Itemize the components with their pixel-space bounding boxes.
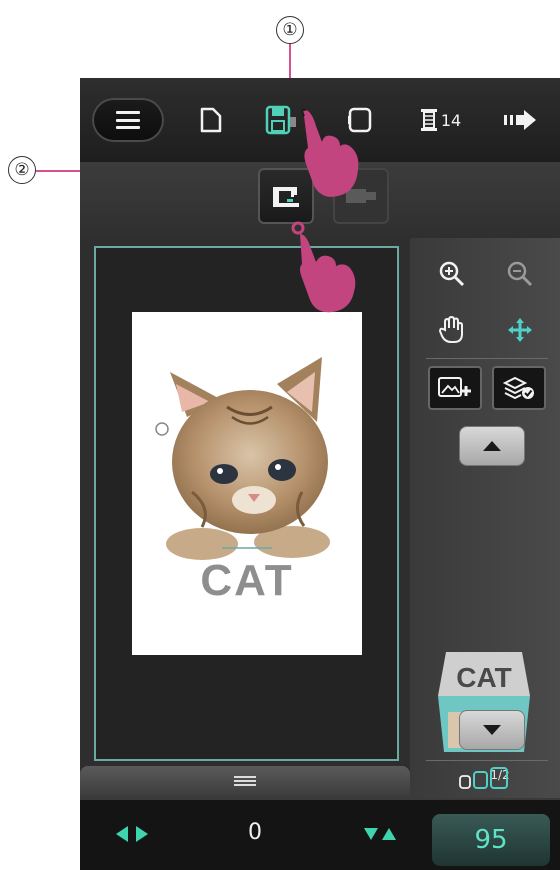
scroll-up-button[interactable] xyxy=(459,426,525,466)
speed-value-box[interactable]: 95 xyxy=(432,814,550,866)
design-canvas[interactable]: CAT xyxy=(132,312,362,655)
next-arrow-icon[interactable] xyxy=(498,104,542,136)
move-cross-icon[interactable] xyxy=(500,310,540,350)
drawer-handle[interactable] xyxy=(80,766,410,796)
callout-number-2: ② xyxy=(8,156,36,184)
callout-number-1: ① xyxy=(276,16,304,44)
zoom-out-icon[interactable] xyxy=(500,254,540,294)
hand-pan-icon[interactable] xyxy=(432,310,472,350)
thread-spool-icon xyxy=(420,109,437,131)
design-text-cat: CAT xyxy=(200,556,294,605)
position-value: 0 xyxy=(248,820,262,845)
scroll-down-button[interactable] xyxy=(459,710,525,750)
down-up-arrows-icon[interactable] xyxy=(362,824,398,848)
side-divider-bottom xyxy=(426,760,548,761)
hoop-size-icon[interactable] xyxy=(446,764,530,794)
thread-spool-button[interactable]: 14 xyxy=(410,104,470,136)
pointing-hand-icon-2 xyxy=(291,221,356,313)
drawer-handle-icon xyxy=(234,776,256,786)
layers-check-icon xyxy=(502,376,534,400)
hamburger-menu-icon xyxy=(116,111,140,129)
speed-value: 95 xyxy=(474,825,508,855)
menu-button[interactable] xyxy=(92,98,164,142)
add-image-button[interactable] xyxy=(428,366,482,410)
layers-button[interactable] xyxy=(492,366,546,410)
pointing-hand-icon xyxy=(301,108,359,197)
zoom-in-icon[interactable] xyxy=(432,254,472,294)
triangle-up-icon xyxy=(483,441,501,451)
add-image-icon xyxy=(438,377,471,397)
left-right-arrows-icon[interactable] xyxy=(114,824,150,848)
thumbnail-text: CAT xyxy=(456,662,512,693)
side-divider xyxy=(426,358,548,359)
new-document-icon[interactable] xyxy=(194,104,228,136)
triangle-down-icon xyxy=(483,725,501,735)
thread-count: 14 xyxy=(440,110,462,130)
device-screen: 14 CAT CAT 1/2 0 95 xyxy=(80,78,560,870)
